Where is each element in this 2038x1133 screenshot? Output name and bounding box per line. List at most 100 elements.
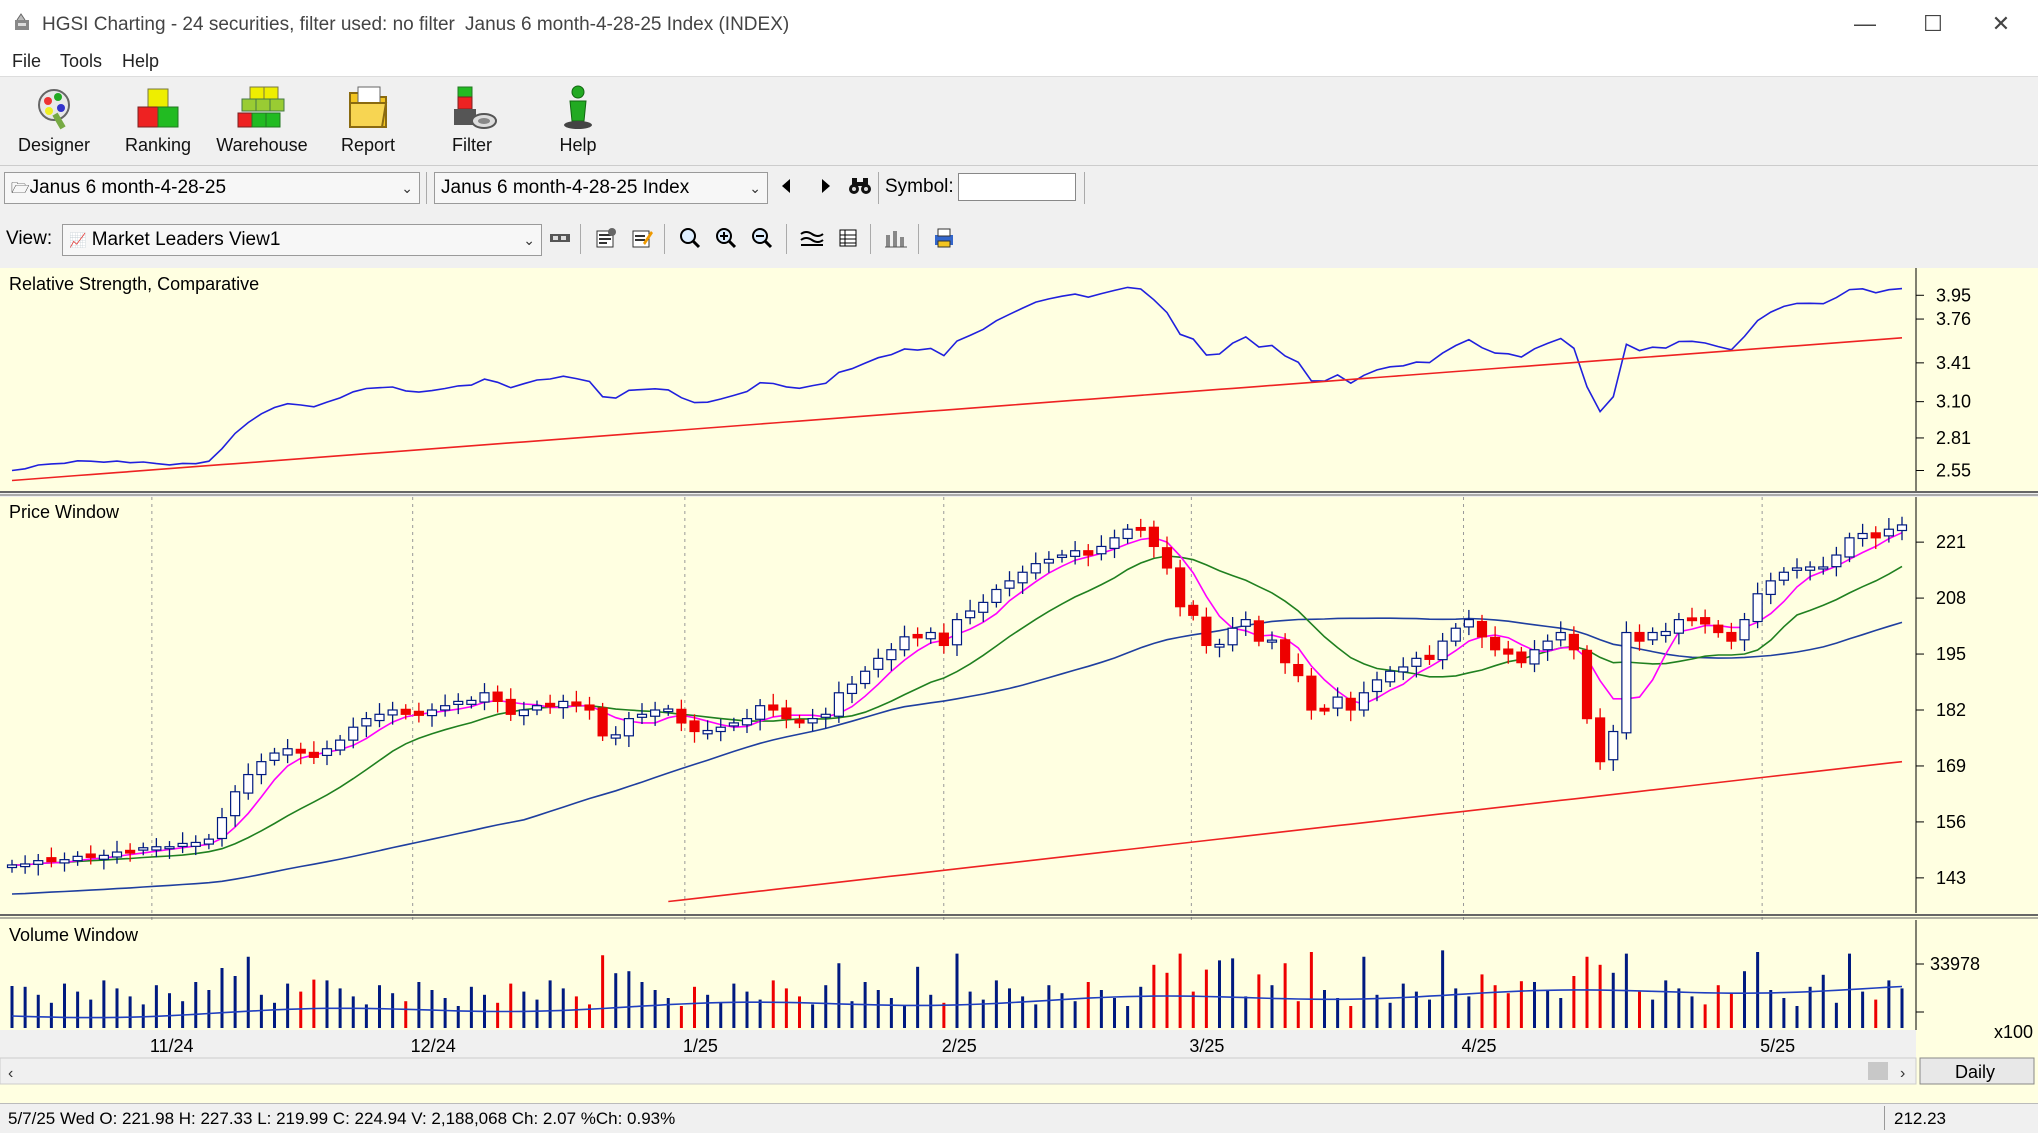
candle-body: [1214, 643, 1225, 648]
scroll-left-icon[interactable]: ‹: [8, 1065, 13, 1082]
candle-body: [676, 708, 687, 724]
scroll-right-icon[interactable]: ›: [1900, 1065, 1905, 1082]
list-selector[interactable]: 🗁Janus 6 month-4-28-25 ⌄: [4, 172, 420, 204]
candle-body: [1437, 640, 1448, 661]
zoom-in-button[interactable]: [712, 224, 740, 252]
glasses-icon: [550, 234, 570, 242]
candle-body: [1056, 554, 1068, 559]
rs-tick-label: 3.41: [1936, 353, 1971, 373]
candle-body: [1739, 619, 1750, 641]
view-selector[interactable]: 📈 Market Leaders View1 ⌄: [62, 224, 542, 256]
date-label: 12/24: [411, 1036, 456, 1056]
candle-body: [282, 748, 293, 756]
candle-body: [1371, 679, 1383, 693]
zoom-out-button[interactable]: [748, 224, 776, 252]
candle-body: [413, 710, 424, 716]
date-label: 1/25: [683, 1036, 718, 1056]
price-tick-label: 221: [1936, 532, 1966, 552]
scrollbar-thumb[interactable]: [1868, 1062, 1888, 1080]
candle-body: [584, 704, 595, 711]
candle-body: [1503, 648, 1514, 655]
chart-properties-button[interactable]: [592, 224, 620, 252]
designer-button[interactable]: Designer: [4, 83, 104, 163]
previous-security-button[interactable]: [772, 172, 800, 200]
candle-body: [1096, 545, 1107, 555]
candle-body: [1175, 567, 1186, 608]
minimize-button[interactable]: —: [1830, 0, 1900, 48]
magnifier-icon: [680, 228, 701, 249]
chart-canvas[interactable]: 3.95 3.76 3.41 3.10 2.81 2.55 Relative Streng…: [0, 268, 2038, 1133]
print-button[interactable]: [930, 224, 958, 252]
candle-body: [531, 705, 543, 711]
report-label: Report: [340, 135, 396, 155]
candle-body: [33, 860, 44, 865]
filter-button[interactable]: Filter: [422, 83, 522, 163]
candle-body: [860, 670, 871, 685]
data-table-button[interactable]: [834, 224, 862, 252]
candle-body: [1463, 619, 1474, 628]
ranking-button[interactable]: Ranking: [108, 83, 208, 163]
candle-body: [1070, 550, 1081, 557]
candle-body: [1385, 670, 1396, 683]
candle-body: [899, 636, 910, 651]
report-button[interactable]: Report: [318, 83, 418, 163]
candle-body: [623, 718, 634, 737]
chart-area[interactable]: 3.95 3.76 3.41 3.10 2.81 2.55 Relative Streng…: [0, 268, 2038, 1133]
candle-body: [1004, 580, 1015, 589]
volume-pane-title: Volume Window: [9, 925, 139, 945]
designer-icon: [38, 89, 70, 130]
report-icon: [349, 86, 388, 128]
candle-body: [1017, 571, 1028, 584]
view-options-button[interactable]: [546, 224, 574, 252]
candle-body: [728, 722, 739, 727]
help-button[interactable]: Help: [528, 83, 628, 163]
close-button[interactable]: ✕: [1966, 0, 2036, 48]
warehouse-label: Warehouse: [216, 135, 308, 155]
next-security-button[interactable]: [812, 172, 840, 200]
candle-body: [689, 720, 700, 733]
candle-body: [1752, 593, 1763, 623]
candle-body: [965, 610, 976, 619]
candle-body: [203, 838, 214, 845]
candle-body: [1608, 730, 1619, 761]
candle-body: [1424, 654, 1435, 660]
price-tick-label: 208: [1936, 588, 1966, 608]
find-button[interactable]: [846, 172, 874, 200]
menu-tools[interactable]: Tools: [60, 51, 102, 72]
zoom-button[interactable]: [676, 224, 704, 252]
maximize-button[interactable]: ☐: [1898, 0, 1968, 48]
price-tick-label: 143: [1936, 868, 1966, 888]
horizontal-scrollbar[interactable]: [0, 1057, 1917, 1085]
candle-body: [1043, 558, 1054, 564]
price-pane-title: Price Window: [9, 502, 120, 522]
security-selector[interactable]: Janus 6 month-4-28-25 Index ⌄: [434, 172, 768, 204]
candle-body: [466, 699, 477, 705]
date-label: 5/25: [1760, 1036, 1795, 1056]
candle-body: [295, 748, 306, 754]
symbol-input[interactable]: [958, 173, 1076, 201]
edit-chart-button[interactable]: [628, 224, 656, 252]
candle-body: [938, 632, 949, 647]
candle-body: [1700, 617, 1711, 625]
candle-body: [85, 853, 96, 858]
chevron-down-icon: ⌄: [749, 180, 761, 196]
candle-body: [243, 773, 254, 794]
menu-help[interactable]: Help: [122, 51, 159, 72]
candle-body: [951, 619, 963, 646]
candle-body: [807, 718, 818, 724]
candle-body: [571, 701, 582, 707]
chart-style-button[interactable]: [882, 224, 910, 252]
menu-file[interactable]: File: [12, 51, 41, 72]
document-title: Janus 6 month-4-28-25 Index (INDEX): [465, 14, 790, 35]
candle-body: [1555, 631, 1566, 641]
candle-body: [1240, 619, 1251, 627]
rs-pane: [0, 268, 1916, 491]
warehouse-button[interactable]: Warehouse: [212, 83, 312, 163]
candle-body: [1831, 554, 1842, 568]
candle-body: [1148, 526, 1159, 548]
candle-body: [518, 709, 529, 717]
candle-body: [1634, 631, 1645, 642]
separator: [878, 172, 879, 204]
candle-body: [1201, 616, 1212, 647]
indicators-button[interactable]: [798, 224, 826, 252]
